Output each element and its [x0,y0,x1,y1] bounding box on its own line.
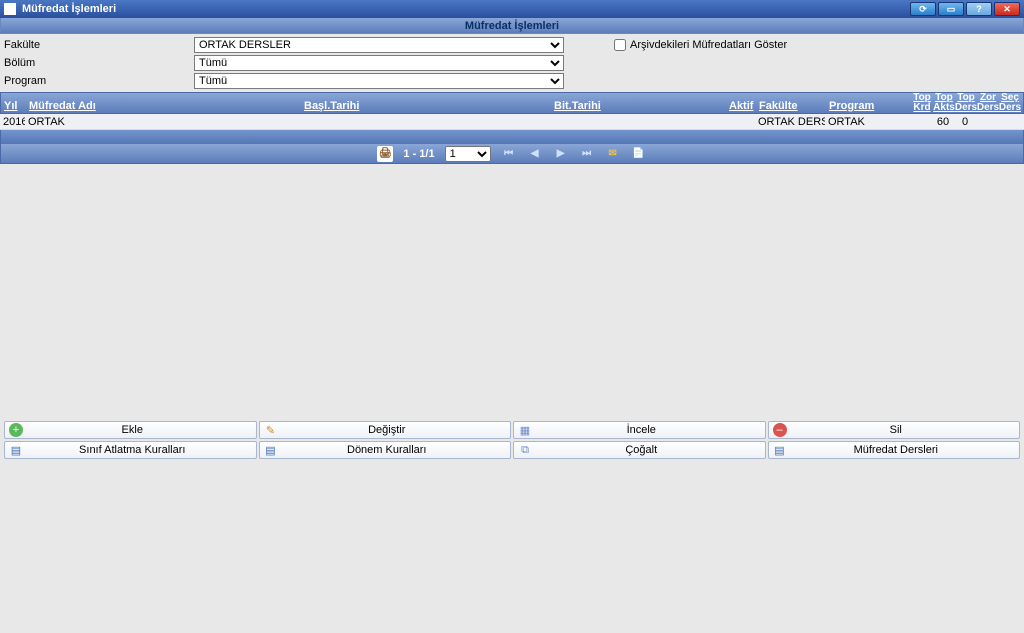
term-rules-button[interactable]: ▤ Dönem Kuralları [259,441,512,459]
dept-label: Bölüm [4,57,194,69]
cell-program: ORTAK [825,116,910,128]
app-icon [4,3,16,15]
export-excel-icon[interactable]: ✉ [605,146,621,162]
view-button[interactable]: ▦ İncele [513,421,766,439]
add-button[interactable]: + Ekle [4,421,257,439]
class-rules-label: Sınıf Atlatma Kuralları [27,444,256,456]
col-bit-tarihi[interactable]: Bit.Tarihi [551,93,726,113]
delete-label: Sil [791,424,1020,436]
term-rules-label: Dönem Kuralları [282,444,511,456]
window-title: Müfredat İşlemleri [22,3,910,15]
col-zor-ders[interactable]: ZorDers [977,93,999,113]
col-top-krd[interactable]: TopKrd [911,93,933,113]
help-button[interactable]: ? [966,2,992,16]
archive-label: Arşivdekileri Müfredatları Göster [630,39,787,51]
export-icon[interactable]: 📄 [631,146,647,162]
pager-info: 1 - 1/1 [403,148,434,160]
col-aktif[interactable]: Aktif [726,93,756,113]
curriculum-courses-button[interactable]: ▤ Müfredat Dersleri [768,441,1021,459]
close-button[interactable]: ✕ [994,2,1020,16]
book-icon: ▤ [773,443,787,457]
col-program[interactable]: Program [826,93,911,113]
faculty-label: Fakülte [4,39,194,51]
class-rules-button[interactable]: ▤ Sınıf Atlatma Kuralları [4,441,257,459]
filter-panel: Fakülte ORTAK DERSLER Arşivdekileri Müfr… [0,34,1024,92]
edit-button[interactable]: ✎ Değiştir [259,421,512,439]
grid-gap [0,130,1024,144]
cell-top-ders: 0 [954,116,976,128]
duplicate-button[interactable]: ⧉ Çoğalt [513,441,766,459]
book-icon: ▤ [264,443,278,457]
edit-label: Değiştir [282,424,511,436]
empty-area [0,164,1024,420]
book-icon: ▤ [9,443,23,457]
table-row[interactable]: 2016 ORTAK ORTAK DERSLER ORTAK 60 0 [0,114,1024,130]
table-header: Yıl Müfredat Adı Başl.Tarihi Bit.Tarihi … [0,92,1024,114]
copy-icon: ⧉ [518,443,532,457]
cell-ad: ORTAK [25,116,300,128]
next-page-icon[interactable]: ▶ [553,146,569,162]
add-icon: + [9,423,23,437]
print-icon[interactable]: 🖨 [377,146,393,162]
program-label: Program [4,75,194,87]
col-mufredat-adi[interactable]: Müfredat Adı [26,93,301,113]
cell-fakulte: ORTAK DERSLER [755,116,825,128]
pager-page-select[interactable]: 1 [445,146,491,162]
program-select[interactable]: Tümü [194,73,564,89]
col-top-ders[interactable]: TopDers [955,93,977,113]
last-page-icon[interactable]: ⏭ [579,146,595,162]
prev-page-icon[interactable]: ◀ [527,146,543,162]
col-sec-ders[interactable]: SeçDers [999,93,1021,113]
titlebar: Müfredat İşlemleri ⟳ ▭ ? ✕ [0,0,1024,18]
add-label: Ekle [27,424,256,436]
curriculum-courses-label: Müfredat Dersleri [791,444,1020,456]
delete-button[interactable]: – Sil [768,421,1021,439]
first-page-icon[interactable]: ⏮ [501,146,517,162]
faculty-select[interactable]: ORTAK DERSLER [194,37,564,53]
actions-panel: + Ekle ✎ Değiştir ▦ İncele – Sil ▤ Sınıf… [0,420,1024,463]
duplicate-label: Çoğalt [536,444,765,456]
cell-yil: 2016 [0,116,25,128]
view-label: İncele [536,424,765,436]
col-yil[interactable]: Yıl [1,93,26,113]
bottom-empty [0,463,1024,633]
archive-checkbox[interactable] [614,39,626,51]
table-body: 2016 ORTAK ORTAK DERSLER ORTAK 60 0 [0,114,1024,130]
col-top-akts[interactable]: TopAkts [933,93,955,113]
cell-top-akts: 60 [932,116,954,128]
delete-icon: – [773,423,787,437]
col-fakulte[interactable]: Fakülte [756,93,826,113]
panel-title: Müfredat İşlemleri [0,18,1024,34]
dept-select[interactable]: Tümü [194,55,564,71]
minimize-button[interactable]: ▭ [938,2,964,16]
col-basl-tarihi[interactable]: Başl.Tarihi [301,93,551,113]
view-icon: ▦ [518,423,532,437]
refresh-button[interactable]: ⟳ [910,2,936,16]
pager: 🖨 1 - 1/1 1 ⏮ ◀ ▶ ⏭ ✉ 📄 [0,144,1024,164]
edit-icon: ✎ [264,423,278,437]
